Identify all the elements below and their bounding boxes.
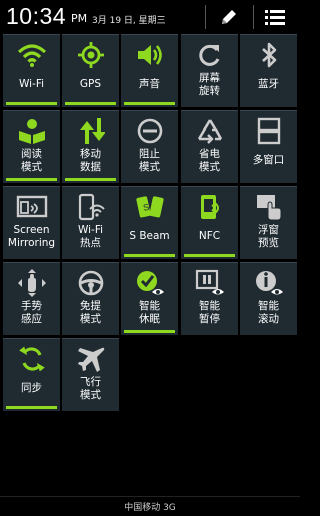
quick-toggle-smart-stay[interactable]: 智能 休眠 <box>121 262 178 335</box>
quick-toggle-label: 屏幕 旋转 <box>199 72 220 97</box>
mobile-data-icon <box>62 117 119 145</box>
quick-toggle-block[interactable]: 阻止 模式 <box>121 110 178 183</box>
quick-toggle-label: 多窗口 <box>252 154 285 166</box>
sound-icon <box>121 41 178 69</box>
quick-toggle-wifi[interactable]: Wi-Fi <box>3 34 60 107</box>
nfc-icon <box>181 193 238 221</box>
quick-toggle-bluetooth[interactable]: 蓝牙 <box>240 34 297 107</box>
reading-icon <box>3 117 60 145</box>
quick-toggle-label: 声音 <box>139 78 160 90</box>
quick-toggle-wifi-hotspot[interactable]: Wi-Fi 热点 <box>62 186 119 259</box>
active-indicator <box>6 406 57 409</box>
quick-toggle-gesture[interactable]: 手势 感应 <box>3 262 60 335</box>
s-beam-icon: S <box>121 193 178 221</box>
quick-toggle-rotate[interactable]: 屏幕 旋转 <box>181 34 238 107</box>
quick-toggle-label: S Beam <box>129 230 170 242</box>
quick-toggle-label: 同步 <box>21 382 42 394</box>
divider <box>205 5 206 29</box>
quick-toggle-label: 省电 模式 <box>199 148 220 173</box>
active-indicator <box>124 102 175 105</box>
active-indicator <box>184 254 235 257</box>
quick-settings-grid: Wi-Fi GPS 声音 屏幕 旋转 蓝牙阅读 模式 移动 数据 阻止 模式 省电 模式 多窗口 Scree… <box>0 34 300 414</box>
quick-toggle-sync[interactable]: 同步 <box>3 338 60 411</box>
clock-ampm: PM <box>71 12 88 25</box>
bluetooth-icon <box>240 41 297 69</box>
carrier-label: 中国移动 3G <box>124 503 176 513</box>
quick-toggle-smart-scroll[interactable]: 智能 滚动 <box>240 262 297 335</box>
smart-scroll-icon <box>240 269 297 297</box>
quick-toggle-smart-pause[interactable]: 智能 暂停 <box>181 262 238 335</box>
quick-toggle-label: GPS <box>79 78 102 90</box>
quick-toggle-steering-wheel[interactable]: 免提 模式 <box>62 262 119 335</box>
multiwindow-icon <box>240 117 297 145</box>
quick-toggle-label: 免提 模式 <box>80 300 101 325</box>
active-indicator <box>65 178 116 181</box>
quick-toggle-label: 浮窗 预览 <box>258 224 279 249</box>
quick-toggle-air-view[interactable]: 浮窗 预览 <box>240 186 297 259</box>
quick-toggle-airplane[interactable]: 飞行 模式 <box>62 338 119 411</box>
steering-wheel-icon <box>62 269 119 297</box>
quick-toggle-mobile-data[interactable]: 移动 数据 <box>62 110 119 183</box>
quick-toggle-reading[interactable]: 阅读 模式 <box>3 110 60 183</box>
quick-toggle-sound[interactable]: 声音 <box>121 34 178 107</box>
list-menu-icon[interactable] <box>262 5 288 29</box>
airplane-icon <box>62 345 119 373</box>
svg-text:S: S <box>142 202 150 213</box>
quick-toggle-label: 蓝牙 <box>258 78 279 90</box>
active-indicator <box>6 178 57 181</box>
screen-mirroring-icon <box>3 193 60 221</box>
date-text: 3月 19 日, 星期三 <box>92 16 166 26</box>
active-indicator <box>124 330 175 333</box>
quick-toggle-nfc[interactable]: NFC <box>181 186 238 259</box>
quick-toggle-label: Screen Mirroring <box>7 224 56 249</box>
status-bar: 10:34 PM 3月 19 日, 星期三 <box>0 0 300 34</box>
wifi-hotspot-icon <box>62 193 119 221</box>
active-indicator <box>124 254 175 257</box>
smart-pause-icon <box>181 269 238 297</box>
quick-toggle-recycle[interactable]: 省电 模式 <box>181 110 238 183</box>
rotate-icon <box>181 41 238 69</box>
block-icon <box>121 117 178 145</box>
quick-toggle-label: 阻止 模式 <box>139 148 160 173</box>
wifi-icon <box>3 41 60 69</box>
quick-toggle-label: 飞行 模式 <box>80 376 101 401</box>
quick-toggle-label: 智能 休眠 <box>139 300 160 325</box>
quick-toggle-screen-mirroring[interactable]: Screen Mirroring <box>3 186 60 259</box>
quick-toggle-label: Wi-Fi 热点 <box>77 224 104 249</box>
pencil-icon[interactable] <box>216 5 242 29</box>
quick-toggle-label: 阅读 模式 <box>21 148 42 173</box>
active-indicator <box>6 102 57 105</box>
clock-time: 10:34 <box>6 3 67 29</box>
gps-icon <box>62 41 119 69</box>
divider <box>0 496 300 497</box>
quick-toggle-label: Wi-Fi <box>18 78 45 90</box>
quick-toggle-multiwindow[interactable]: 多窗口 <box>240 110 297 183</box>
quick-toggle-label: 智能 暂停 <box>199 300 220 325</box>
quick-toggle-label: NFC <box>198 230 221 242</box>
quick-toggle-label: 移动 数据 <box>80 148 101 173</box>
smart-stay-icon <box>121 269 178 297</box>
sync-icon <box>3 345 60 373</box>
active-indicator <box>65 102 116 105</box>
gesture-icon <box>3 269 60 297</box>
quick-toggle-gps[interactable]: GPS <box>62 34 119 107</box>
air-view-icon <box>240 193 297 221</box>
recycle-icon <box>181 117 238 145</box>
quick-toggle-label: 手势 感应 <box>21 300 42 325</box>
quick-toggle-s-beam[interactable]: S S Beam <box>121 186 178 259</box>
divider <box>253 5 254 29</box>
quick-toggle-label: 智能 滚动 <box>258 300 279 325</box>
